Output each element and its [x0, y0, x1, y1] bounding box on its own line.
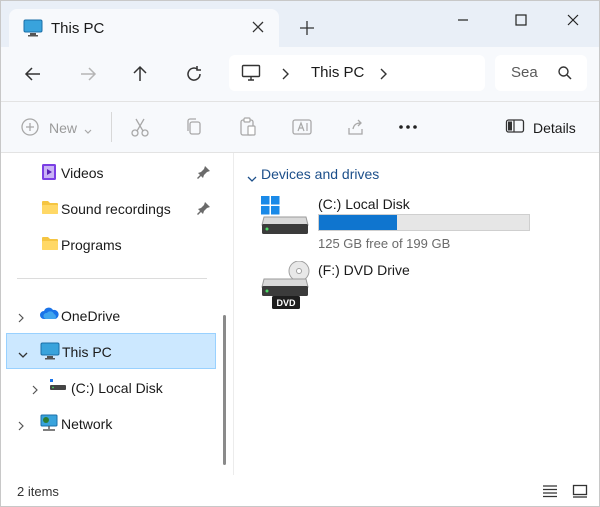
tab-title: This PC: [51, 20, 105, 37]
sidebar-item-videos[interactable]: Videos: [1, 155, 215, 189]
drive-name: (F:) DVD Drive: [318, 262, 410, 278]
drive-usage-fill: [319, 215, 398, 230]
dvd-badge: DVD: [276, 298, 296, 308]
chevron-right-icon[interactable]: [17, 418, 25, 434]
sidebar-item-label: Videos: [61, 165, 104, 181]
folder-icon: [41, 235, 59, 254]
navigation-pane: Videos Sound recordings Programs OneDriv…: [1, 153, 233, 475]
sidebar-item-label: (C:) Local Disk: [71, 380, 163, 396]
videos-folder-icon: [41, 163, 57, 184]
command-bar: New Details: [1, 102, 599, 153]
minimize-button[interactable]: [448, 9, 478, 31]
back-arrow-icon[interactable]: [21, 62, 45, 86]
pin-icon[interactable]: [197, 165, 211, 182]
sidebar-item-label: OneDrive: [61, 308, 121, 324]
up-arrow-icon[interactable]: [128, 62, 152, 86]
paste-icon[interactable]: [237, 116, 259, 138]
forward-arrow-icon[interactable]: [76, 62, 100, 86]
large-icons-view-icon[interactable]: [572, 484, 588, 501]
drive-tile-f[interactable]: DVD (F:) DVD Drive: [260, 260, 540, 321]
drive-free-space: 125 GB free of 199 GB: [318, 236, 451, 251]
folder-icon: [41, 199, 59, 218]
chevron-down-icon: [83, 123, 93, 139]
sidebar-item-programs[interactable]: Programs: [1, 227, 215, 261]
plus-circle-icon: [19, 116, 41, 141]
more-options-icon[interactable]: [397, 116, 419, 138]
file-explorer-window: This PC This PC Sea New Details Videos S…: [0, 0, 600, 507]
pin-icon[interactable]: [197, 201, 211, 218]
content-pane: Devices and drives (C:) Local Disk 125 G…: [233, 153, 599, 475]
drive-tile-c[interactable]: (C:) Local Disk 125 GB free of 199 GB: [260, 195, 540, 255]
breadcrumb-chevron-icon[interactable]: [281, 67, 291, 83]
windows-drive-icon: [260, 195, 310, 240]
cut-icon[interactable]: [129, 116, 151, 138]
drive-name: (C:) Local Disk: [318, 196, 410, 212]
this-pc-icon: [23, 19, 43, 40]
details-view-icon[interactable]: [542, 484, 558, 501]
breadcrumb-chevron-icon[interactable]: [379, 67, 389, 83]
rename-icon[interactable]: [291, 116, 313, 138]
sidebar-item-label: Network: [61, 416, 113, 432]
scrollbar-thumb[interactable]: [223, 315, 226, 465]
group-header-label: Devices and drives: [261, 166, 380, 182]
sidebar-scrollbar[interactable]: [218, 153, 232, 475]
title-bar: This PC: [1, 1, 599, 47]
sidebar-item-label: Sound recordings: [61, 201, 171, 217]
close-tab-icon[interactable]: [249, 18, 267, 36]
sidebar-item-network[interactable]: Network: [1, 406, 215, 440]
details-label: Details: [533, 120, 576, 136]
drive-usage-bar: [318, 214, 530, 231]
chevron-down-icon: [247, 170, 257, 186]
status-bar: 2 items: [1, 475, 599, 506]
monitor-icon: [241, 64, 261, 85]
search-input[interactable]: Sea: [511, 64, 538, 81]
details-button[interactable]: Details: [505, 116, 576, 139]
new-tab-icon[interactable]: [297, 18, 317, 38]
maximize-button[interactable]: [506, 9, 536, 31]
navigation-bar: This PC Sea: [1, 47, 599, 102]
details-pane-icon: [505, 119, 525, 139]
chevron-right-icon[interactable]: [17, 310, 25, 326]
sidebar-item-sound-recordings[interactable]: Sound recordings: [1, 191, 215, 225]
drive-icon: [49, 378, 67, 395]
address-bar[interactable]: This PC: [229, 55, 485, 91]
share-icon[interactable]: [345, 116, 367, 138]
sidebar-item-label: This PC: [62, 344, 112, 360]
cloud-icon: [39, 306, 59, 325]
sidebar-divider: [17, 278, 207, 279]
close-window-button[interactable]: [558, 9, 588, 31]
sidebar-item-this-pc[interactable]: This PC: [6, 333, 216, 369]
network-icon: [39, 414, 59, 435]
this-pc-icon: [40, 342, 60, 363]
sidebar-item-local-disk-c[interactable]: (C:) Local Disk: [1, 370, 215, 404]
chevron-down-icon[interactable]: [18, 346, 28, 362]
breadcrumb-this-pc[interactable]: This PC: [311, 64, 364, 81]
sidebar-item-onedrive[interactable]: OneDrive: [1, 298, 215, 332]
command-separator: [111, 112, 112, 142]
sidebar-item-label: Programs: [61, 237, 122, 253]
dvd-drive-icon: DVD: [260, 260, 312, 316]
new-button-label: New: [49, 120, 78, 136]
search-icon[interactable]: [557, 65, 573, 84]
chevron-right-icon[interactable]: [31, 382, 39, 398]
item-count: 2 items: [17, 484, 59, 499]
tab-this-pc[interactable]: This PC: [9, 9, 279, 47]
refresh-icon[interactable]: [182, 62, 206, 86]
copy-icon[interactable]: [183, 116, 205, 138]
search-box[interactable]: Sea: [495, 55, 587, 91]
